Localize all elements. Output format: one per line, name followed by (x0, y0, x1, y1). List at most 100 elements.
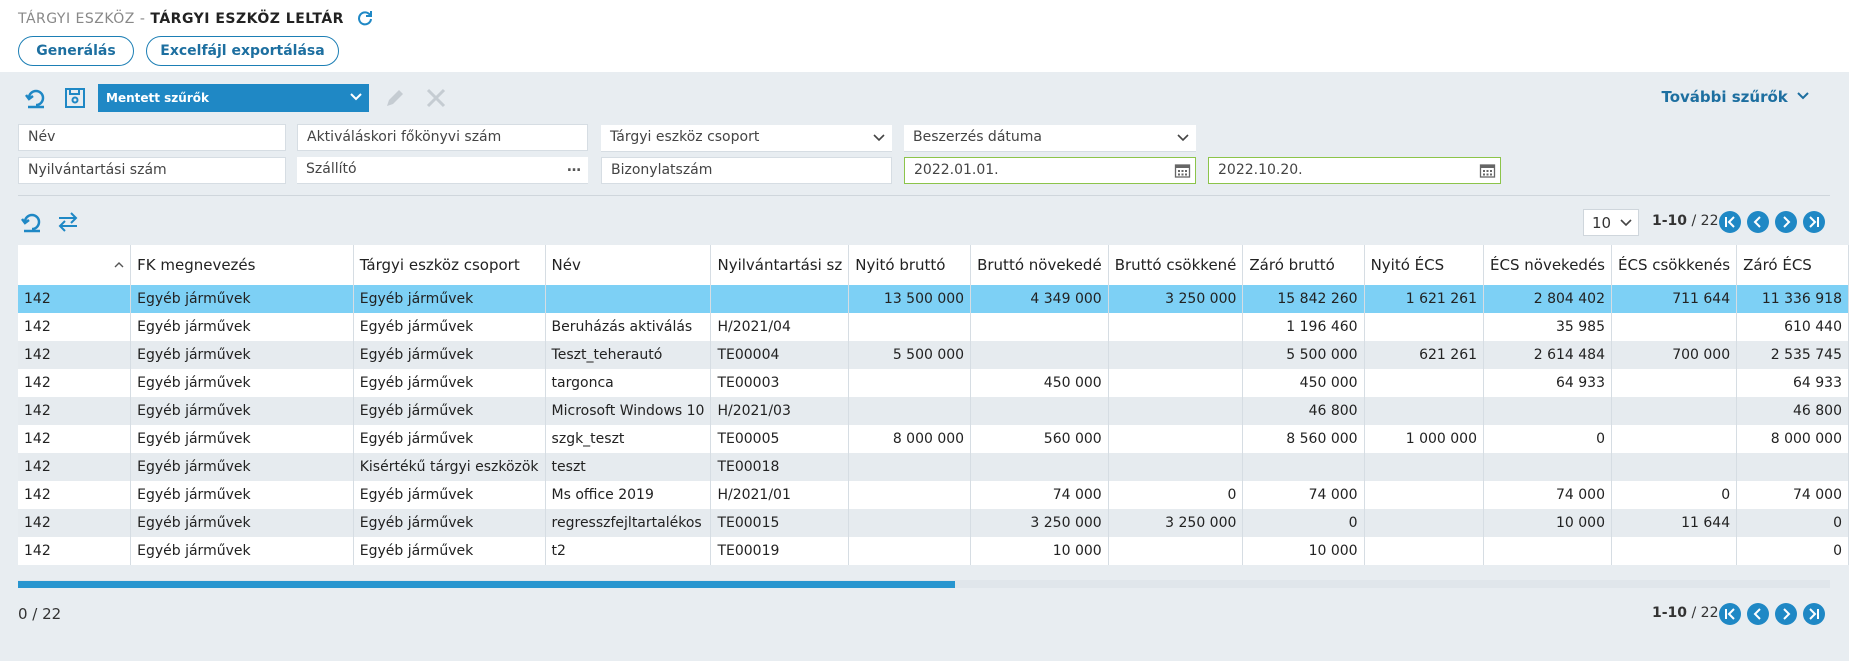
column-header-asset-group[interactable]: Tárgyi eszköz csoport (353, 245, 546, 285)
table-cell: regresszfejltartalékos (545, 509, 712, 537)
table-cell (1364, 509, 1485, 537)
date-to-input[interactable]: 2022.10.20. (1208, 157, 1501, 184)
table-cell (1108, 425, 1244, 453)
column-header-closing-gross[interactable]: Záró bruttó (1242, 245, 1365, 285)
more-filters-label: További szűrők (1661, 88, 1788, 106)
column-header-opening-depr[interactable]: Nyitó ÉCS (1364, 245, 1485, 285)
table-cell: 15 842 260 (1242, 285, 1365, 313)
calendar-icon[interactable] (1174, 162, 1191, 179)
register-number-input[interactable]: Nyilvántartási szám (18, 157, 286, 184)
table-cell: 1 000 000 (1364, 425, 1485, 453)
page-size-value: 10 (1592, 214, 1612, 232)
footer-last-page-button[interactable] (1803, 603, 1825, 625)
column-header-opening-gross[interactable]: Nyitó bruttó (848, 245, 972, 285)
date-from-input[interactable]: 2022.01.01. (904, 157, 1196, 184)
footer-next-page-button[interactable] (1775, 603, 1797, 625)
scrollbar-thumb[interactable] (18, 581, 955, 588)
gl-account-filter-input[interactable]: Aktiváláskori főkönyvi szám (297, 124, 588, 151)
table-cell: 46 800 (1736, 397, 1849, 425)
table-cell (1611, 369, 1738, 397)
saved-filters-select[interactable]: Mentett szűrők (98, 84, 369, 112)
swap-columns-icon[interactable] (56, 210, 80, 234)
delete-icon (426, 88, 446, 108)
purchase-date-select[interactable]: Beszerzés dátuma (904, 125, 1196, 152)
table-cell (1611, 453, 1738, 481)
table-row[interactable]: 142 Egyéb járművek Egyéb járművek 13 500 00… (18, 285, 1849, 313)
column-header-account[interactable] (18, 245, 132, 285)
table-cell: TE00015 (710, 509, 850, 537)
table-cell: t2 (545, 537, 712, 565)
table-row[interactable]: 142 Egyéb járművek Egyéb járművek Teszt_teh… (18, 341, 1849, 369)
table-cell: Beruházás aktiválás (545, 313, 712, 341)
table-cell: H/2021/04 (710, 313, 850, 341)
breadcrumb[interactable]: TÁRGYI ESZKÖZ - (18, 11, 145, 27)
table-cell (1108, 369, 1244, 397)
next-page-button[interactable] (1775, 211, 1797, 233)
asset-inventory-table: FK megnevezés Tárgyi eszköz csoport Név … (18, 245, 1849, 565)
supplier-input[interactable]: Szállító … (297, 157, 588, 184)
calendar-icon[interactable] (1479, 162, 1496, 179)
table-row[interactable]: 142 Egyéb járművek Kisértékű tárgyi eszköz… (18, 453, 1849, 481)
column-header-closing-depr[interactable]: Záró ÉCS (1736, 245, 1849, 285)
reset-grid-icon[interactable] (20, 210, 44, 234)
asset-group-select[interactable]: Tárgyi eszköz csoport (601, 125, 892, 152)
table-cell: 0 (1108, 481, 1244, 509)
table-row[interactable]: 142 Egyéb járművek Egyéb járművek targonca T… (18, 369, 1849, 397)
table-cell: 64 933 (1736, 369, 1849, 397)
column-header-name[interactable]: Név (545, 245, 712, 285)
table-cell: Egyéb járművek (130, 369, 354, 397)
table-cell: 700 000 (1611, 341, 1738, 369)
table-cell: H/2021/01 (710, 481, 850, 509)
column-header-gross-decrease[interactable]: Bruttó csökkené (1108, 245, 1244, 285)
save-icon[interactable] (63, 86, 87, 110)
chevron-right-icon (1783, 608, 1791, 620)
chevron-down-icon (1620, 219, 1632, 227)
table-row[interactable]: 142 Egyéb járművek Egyéb járművek regresszf… (18, 509, 1849, 537)
reset-filter-icon[interactable] (24, 86, 48, 110)
column-header-register-no[interactable]: Nyilvántartási sz (710, 245, 850, 285)
table-cell (1364, 537, 1485, 565)
table-row[interactable]: 142 Egyéb járművek Egyéb járművek t2 TE00019… (18, 537, 1849, 565)
supplier-lookup-button[interactable]: … (567, 155, 582, 180)
footer-prev-page-button[interactable] (1747, 603, 1769, 625)
table-cell: TE00003 (710, 369, 850, 397)
table-cell: 2 614 484 (1483, 341, 1612, 369)
table-cell (848, 369, 972, 397)
table-cell: Egyéb járművek (353, 425, 546, 453)
more-filters-toggle[interactable]: További szűrők (1661, 88, 1809, 106)
table-cell: 64 933 (1483, 369, 1612, 397)
table-cell: 4 349 000 (970, 285, 1109, 313)
page-size-select[interactable]: 10 (1583, 209, 1639, 236)
prev-page-button[interactable] (1747, 211, 1769, 233)
table-cell (848, 397, 972, 425)
table-row[interactable]: 142 Egyéb járművek Egyéb járművek szgk_tesz… (18, 425, 1849, 453)
export-excel-button[interactable]: Excelfájl exportálása (146, 36, 339, 66)
table-cell: 11 644 (1611, 509, 1738, 537)
table-cell (1364, 313, 1485, 341)
column-header-fk-name[interactable]: FK megnevezés (130, 245, 354, 285)
table-row[interactable]: 142 Egyéb járművek Egyéb járművek Microsoft… (18, 397, 1849, 425)
column-header-gross-increase[interactable]: Bruttó növekedé (970, 245, 1109, 285)
column-header-depr-decrease[interactable]: ÉCS csökkenés (1611, 245, 1738, 285)
table-cell: Egyéb járművek (353, 537, 546, 565)
generate-button[interactable]: Generálás (18, 36, 134, 66)
table-cell: Egyéb járművek (130, 453, 354, 481)
refresh-icon[interactable] (357, 10, 373, 26)
table-cell: 5 500 000 (1242, 341, 1365, 369)
table-cell: Egyéb járművek (353, 285, 546, 313)
column-header-depr-increase[interactable]: ÉCS növekedés (1483, 245, 1612, 285)
table-cell: Egyéb járművek (353, 341, 546, 369)
table-cell (710, 285, 850, 313)
last-page-icon (1809, 608, 1819, 620)
name-filter-input[interactable]: Név (18, 124, 286, 151)
table-cell (848, 313, 972, 341)
table-row[interactable]: 142 Egyéb járművek Egyéb járművek Ms office… (18, 481, 1849, 509)
first-page-button[interactable] (1719, 211, 1741, 233)
last-page-button[interactable] (1803, 211, 1825, 233)
document-number-input[interactable]: Bizonylatszám (601, 157, 892, 184)
table-row[interactable]: 142 Egyéb járművek Egyéb járművek Beruházás… (18, 313, 1849, 341)
table-cell (848, 453, 972, 481)
table-cell: 610 440 (1736, 313, 1849, 341)
pager-range: 1-10 / 22 (1652, 213, 1719, 229)
footer-first-page-button[interactable] (1719, 603, 1741, 625)
